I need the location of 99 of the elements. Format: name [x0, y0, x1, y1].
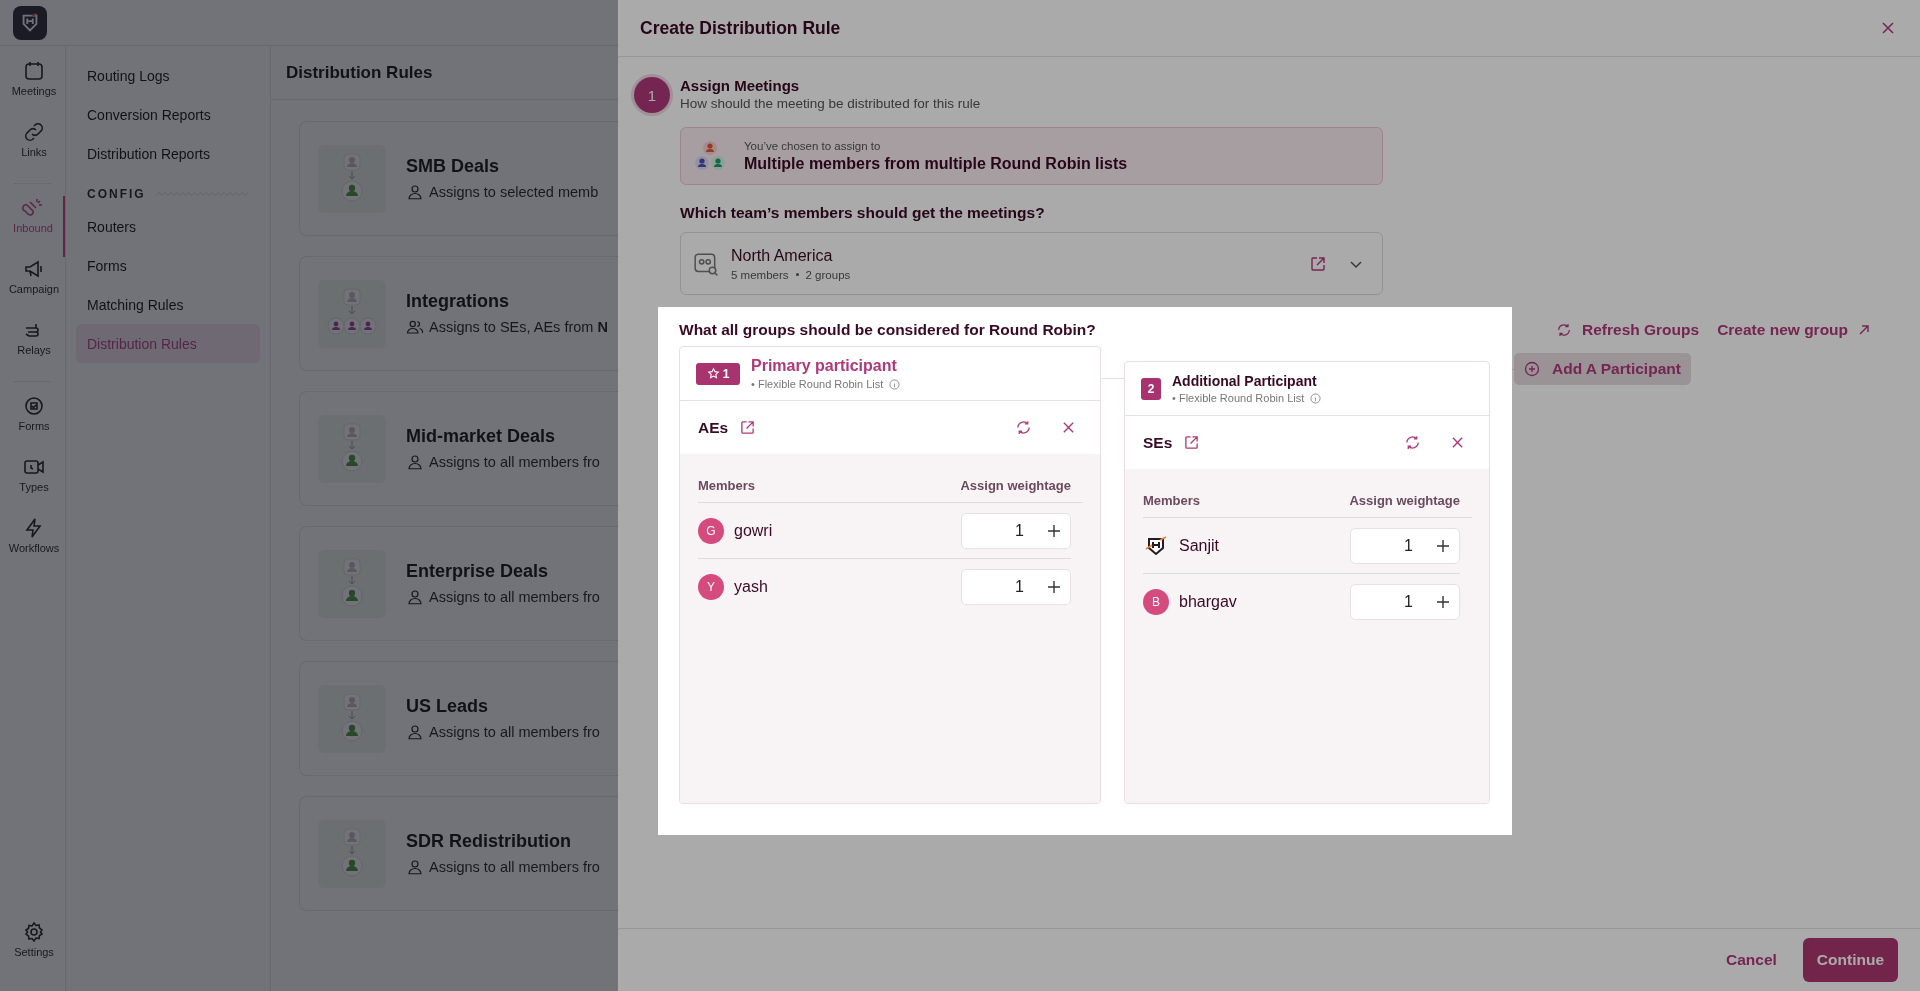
section-heading: CONFIG: [87, 187, 146, 201]
rail-item[interactable]: Inbound: [3, 196, 65, 257]
weight-stepper[interactable]: 1: [961, 512, 1071, 549]
refresh-icon: [1556, 322, 1572, 338]
question-label: Which team’s members should get the meetings?: [680, 204, 1046, 222]
plus-icon[interactable]: [1437, 595, 1449, 608]
team-name: North America: [731, 246, 834, 265]
people-icon: [693, 139, 727, 173]
create-group-link[interactable]: Create new group: [1717, 321, 1871, 339]
nav-item[interactable]: Routers: [76, 207, 260, 246]
column-header: Assign weightage: [960, 478, 1071, 493]
rule-description: Assigns to all members fro: [429, 724, 600, 740]
column-header: Members: [1143, 493, 1201, 508]
weight-stepper[interactable]: 1: [961, 568, 1071, 605]
person-icon: [406, 723, 424, 741]
team-select[interactable]: North America 5 members 2 groups: [680, 232, 1383, 295]
rule-description: Assigns to all members fro: [429, 454, 600, 470]
settings-item[interactable]: Settings: [3, 920, 65, 981]
rule-description: Assigns to SEs, AEs from N: [429, 319, 608, 335]
drawer-title: Create Distribution Rule: [640, 17, 841, 39]
form-icon: [22, 394, 46, 418]
close-icon: [1881, 21, 1895, 35]
participant-title: Primary participant: [751, 357, 898, 375]
star-icon: [706, 367, 720, 380]
plus-icon[interactable]: [1048, 524, 1060, 537]
rail-item[interactable]: Forms: [3, 394, 65, 455]
plus-circle-icon: [1524, 361, 1540, 377]
member-count: 5 members: [731, 268, 789, 281]
close-icon[interactable]: [1451, 436, 1464, 449]
page-title: Distribution Rules: [286, 62, 433, 83]
external-link-icon[interactable]: [1184, 435, 1200, 450]
group-count: 2 groups: [805, 268, 851, 281]
step-number: 1: [634, 77, 670, 113]
participant-badge: 2: [1141, 377, 1161, 400]
member-name: Sanjit: [1179, 536, 1221, 555]
column-header: Members: [698, 478, 756, 493]
nav-item[interactable]: Conversion Reports: [76, 95, 260, 134]
banner-value: Multiple members from multiple Round Robin lists: [744, 154, 1128, 173]
nav-item[interactable]: Matching Rules: [76, 285, 260, 324]
rule-description: Assigns to all members fro: [429, 589, 600, 605]
people-icon: [406, 318, 424, 336]
banner-caption: You’ve chosen to assign to: [744, 139, 882, 152]
nav-item[interactable]: Distribution Reports: [76, 134, 260, 173]
person-icon: [406, 183, 424, 201]
member-name: yash: [734, 577, 769, 596]
avatar: Y: [698, 573, 724, 600]
rail-item[interactable]: Campaign: [3, 257, 65, 318]
rule-name: US Leads: [406, 696, 490, 717]
participant-title: Additional Participant: [1172, 373, 1318, 389]
refresh-icon[interactable]: [1015, 419, 1032, 436]
nav-item[interactable]: Distribution Rules: [76, 324, 260, 363]
plus-icon[interactable]: [1437, 539, 1449, 552]
external-link-icon[interactable]: [740, 420, 756, 435]
step-title: Assign Meetings: [680, 77, 801, 94]
group-name: SEs: [1143, 433, 1173, 452]
step-subtitle: How should the meeting be distributed for this rule: [680, 96, 981, 111]
person-icon: [406, 588, 424, 606]
calendar-icon: [22, 59, 46, 83]
add-participant-button[interactable]: Add A Participant: [1514, 353, 1691, 385]
avatar: G: [698, 517, 724, 544]
rule-name: Enterprise Deals: [406, 561, 550, 582]
group-name: AEs: [698, 418, 729, 437]
person-icon: [406, 858, 424, 876]
plus-icon[interactable]: [1048, 580, 1060, 593]
list-type: • Flexible Round Robin List: [1172, 392, 1305, 404]
refresh-icon[interactable]: [1404, 434, 1421, 451]
question-label: What all groups should be considered for Round Robin?: [679, 321, 1097, 339]
rule-name: Mid-market Deals: [406, 426, 557, 447]
settings-icon: [22, 920, 46, 944]
rule-description: Assigns to selected memb: [429, 184, 599, 200]
rail-item[interactable]: Relays: [3, 318, 65, 379]
rail-item[interactable]: Meetings: [3, 59, 65, 120]
cancel-button[interactable]: Cancel: [1726, 951, 1777, 969]
close-icon[interactable]: [1062, 421, 1075, 434]
weight-stepper[interactable]: 1: [1350, 583, 1460, 620]
rail-item[interactable]: Types: [3, 455, 65, 516]
rule-name: SDR Redistribution: [406, 831, 572, 852]
column-header: Assign weightage: [1349, 493, 1460, 508]
external-link-icon[interactable]: [1310, 255, 1326, 272]
nav-item[interactable]: Routing Logs: [76, 56, 260, 95]
rail-item[interactable]: Workflows: [3, 516, 65, 577]
primary-badge: 1: [696, 362, 740, 385]
avatar: B: [1143, 588, 1169, 615]
member-name: gowri: [734, 521, 774, 540]
continue-button[interactable]: Continue: [1802, 938, 1898, 982]
nav-item[interactable]: Forms: [76, 246, 260, 285]
refresh-groups-button[interactable]: Refresh Groups: [1556, 321, 1700, 339]
rule-name: SMB Deals: [406, 156, 501, 177]
team-search-icon: [693, 250, 719, 277]
person-icon: [406, 453, 424, 471]
member-name: bhargav: [1179, 592, 1238, 611]
rule-description: Assigns to all members fro: [429, 859, 600, 875]
rule-name: Integrations: [406, 291, 510, 312]
list-type: • Flexible Round Robin List: [751, 378, 884, 390]
app-logo[interactable]: [13, 5, 47, 40]
arrow-icon: [1858, 324, 1871, 336]
rail-item[interactable]: Links: [3, 120, 65, 181]
weight-stepper[interactable]: 1: [1350, 527, 1460, 564]
link-icon: [22, 120, 46, 144]
